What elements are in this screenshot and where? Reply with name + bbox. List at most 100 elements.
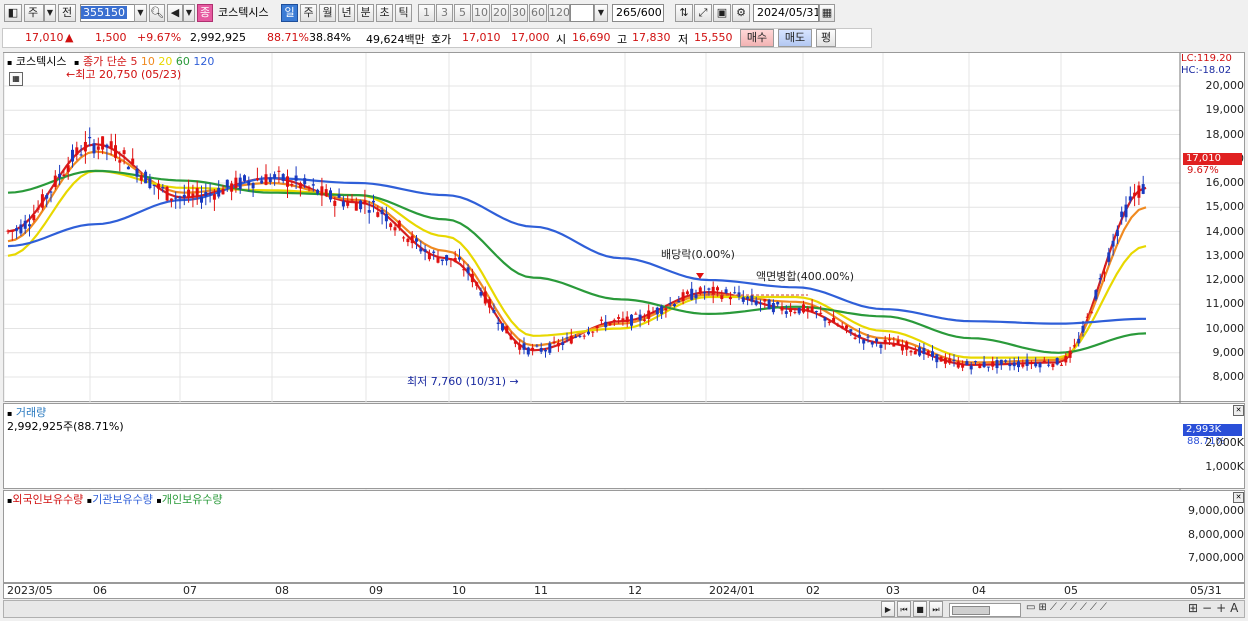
- candle-body: [32, 214, 36, 221]
- candle-body: [243, 175, 246, 181]
- candle-body: [836, 324, 840, 326]
- candle-body: [341, 201, 345, 207]
- price-y-label: 10,000: [1205, 321, 1245, 335]
- stock-title: 코스텍시스: [15, 55, 67, 68]
- close-panel-icon[interactable]: ✕: [1233, 405, 1244, 416]
- stop-icon[interactable]: ■: [913, 601, 927, 617]
- holdings-legend-item: 외국인보유수량: [12, 493, 87, 506]
- candle-body: [956, 361, 960, 368]
- zoom-slider-thumb[interactable]: [952, 606, 990, 615]
- x-axis-label: 10: [452, 584, 466, 597]
- candle-body: [617, 317, 621, 319]
- zoom-slider[interactable]: [949, 603, 1021, 617]
- candle-body: [268, 177, 272, 183]
- hc-value: HC:-18.02: [1181, 65, 1232, 76]
- candle-body: [776, 302, 780, 305]
- candle-body: [200, 196, 203, 203]
- candle-body: [178, 196, 182, 199]
- candle-body: [195, 188, 199, 196]
- zoom-controls-icon[interactable]: ⊞−+A: [1188, 601, 1242, 615]
- candle-body: [1021, 364, 1025, 367]
- candle-body: [883, 339, 887, 344]
- candle-body: [96, 146, 100, 150]
- candle-body: [647, 310, 651, 319]
- scroll-end-icon[interactable]: ⏭: [929, 601, 943, 617]
- candle-body: [823, 317, 827, 321]
- candle-body: [896, 340, 900, 345]
- candle-body: [505, 325, 509, 334]
- candle-body: [814, 311, 818, 313]
- candle-body: [857, 334, 861, 338]
- candle-body: [952, 360, 956, 362]
- candle-body: [92, 143, 96, 154]
- candle-body: [513, 341, 517, 344]
- candle-body: [458, 257, 461, 260]
- candle-body: [1025, 359, 1029, 366]
- x-axis-label: 03: [886, 584, 900, 597]
- candle-body: [1115, 230, 1119, 237]
- candle-body: [1124, 204, 1128, 218]
- candle-body: [943, 358, 947, 364]
- candle-body: [329, 190, 332, 200]
- candle-body: [234, 177, 238, 189]
- candle-body: [389, 223, 393, 228]
- candle-body: [475, 282, 479, 286]
- drawing-tools-icon[interactable]: ▭⊞⟋⟋⟋⟋⟋⟋: [1026, 602, 1110, 613]
- candle-body: [754, 300, 758, 305]
- candle-body: [260, 180, 264, 184]
- candle-body: [827, 321, 831, 324]
- price-y-label: 12,000: [1205, 273, 1245, 286]
- holdings-y-label: 8,000,000: [1188, 528, 1244, 541]
- candle-body: [251, 182, 255, 189]
- candle-body: [1008, 363, 1012, 367]
- candle-body: [1103, 272, 1106, 274]
- candle-body: [1017, 361, 1020, 368]
- candle-body: [1051, 363, 1055, 367]
- price-y-label: 16,000: [1205, 176, 1245, 189]
- candle-body: [415, 238, 418, 242]
- candle-body: [922, 347, 926, 354]
- grid-toggle-icon[interactable]: ▦: [9, 72, 23, 86]
- candle-body: [1090, 312, 1094, 314]
- candle-body: [660, 306, 664, 315]
- candle-body: [578, 335, 582, 337]
- candle-body: [913, 351, 917, 355]
- candle-body: [1072, 345, 1076, 347]
- scroll-right-icon[interactable]: ▶: [881, 601, 895, 617]
- candle-body: [694, 294, 698, 299]
- volume-y-label: 1,000K: [1205, 460, 1244, 473]
- candle-body: [931, 351, 934, 357]
- candle-body: [324, 189, 328, 197]
- candle-body: [10, 230, 14, 232]
- candle-body: [148, 178, 152, 189]
- candle-body: [1133, 192, 1137, 196]
- candle-body: [320, 186, 324, 196]
- candle-body: [440, 259, 444, 262]
- candle-body: [531, 347, 535, 351]
- candle-body: [870, 342, 874, 345]
- candle-body: [986, 366, 990, 368]
- x-axis-label: 12: [628, 584, 642, 597]
- scroll-start-icon[interactable]: ⏮: [897, 601, 911, 617]
- last-price-tag: 17,010: [1183, 153, 1242, 165]
- candle-body: [797, 307, 801, 314]
- candle-body: [935, 354, 939, 363]
- candle-body: [1029, 362, 1033, 364]
- candle-body: [793, 312, 797, 314]
- candle-body: [630, 314, 633, 326]
- candle-body: [909, 350, 913, 353]
- candle-body: [526, 347, 530, 355]
- high-price-annotation: ←최고 20,750 (05/23): [66, 68, 182, 81]
- close-panel-icon[interactable]: ✕: [1233, 492, 1244, 503]
- candle-body: [501, 323, 504, 331]
- candle-body: [565, 337, 569, 339]
- candle-body: [131, 158, 135, 164]
- candle-body: [655, 307, 659, 315]
- price-layer: [6, 127, 1147, 375]
- candle-body: [741, 297, 745, 302]
- candle-body: [668, 303, 672, 305]
- x-axis: 2023/05 06 07 08 09 10 11 12 2024/01 02 03 04 05 05/…: [3, 583, 1245, 599]
- candle-body: [978, 363, 982, 369]
- candle-body: [582, 335, 586, 337]
- candle-body: [71, 149, 74, 162]
